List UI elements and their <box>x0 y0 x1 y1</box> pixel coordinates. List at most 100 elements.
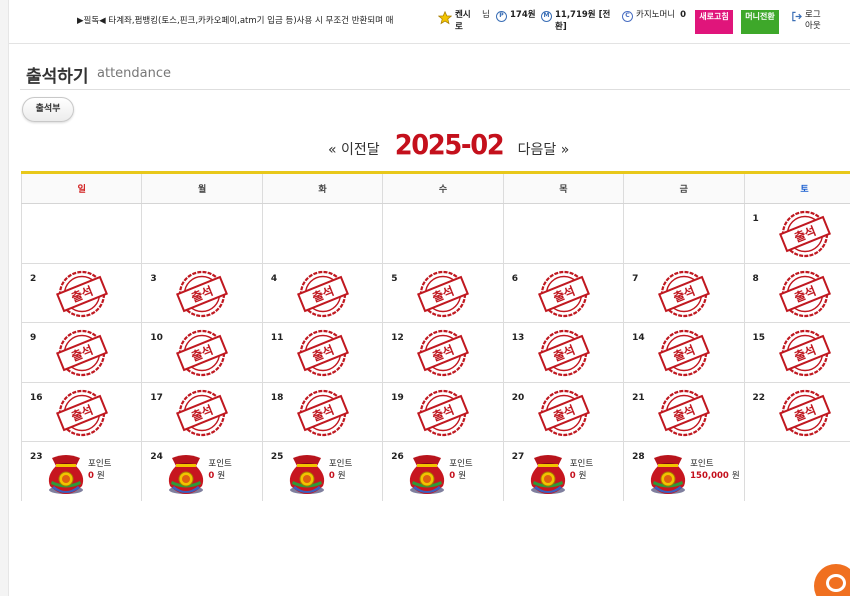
attendance-stamp-icon: 출석 <box>176 270 229 317</box>
calendar-day-cell <box>261 203 384 264</box>
calendar-day-cell: 10 출석 <box>141 322 263 383</box>
calendar-day-cell: 13 출석 <box>502 322 625 383</box>
calendar-day-cell: 16 출석 <box>21 381 143 442</box>
calendar-day-cell: 27 포인트 0 원 <box>502 441 625 501</box>
day-number: 5 <box>391 273 398 284</box>
logout-link[interactable]: 로그아웃 <box>791 10 827 32</box>
attendance-stamp-icon: 출석 <box>778 389 831 436</box>
calendar-day-cell: 4 출석 <box>261 262 384 323</box>
calendar-day-cell <box>502 203 625 264</box>
attendance-stamp-icon: 출석 <box>658 270 711 317</box>
day-number: 12 <box>391 333 404 343</box>
attendance-stamp-icon: 출석 <box>417 389 470 436</box>
calendar-day-cell: 12 출석 <box>382 322 504 383</box>
weekday-header-row: 일월화수목금토 <box>21 171 850 204</box>
day-number: 11 <box>270 333 284 343</box>
day-number: 15 <box>752 333 766 343</box>
calendar-day-cell: 22 출석 <box>743 381 850 442</box>
day-number: 25 <box>270 452 284 462</box>
casino-money-info: C 카지노머니 0 <box>622 9 686 22</box>
day-number: 1 <box>752 214 759 224</box>
calendar-day-cell: 1 출석 <box>743 203 850 264</box>
day-number: 4 <box>270 273 278 284</box>
month-navigation: « 이전달 2025-02 다음달 » <box>328 128 569 161</box>
attendance-stamp-icon: 출석 <box>56 389 108 436</box>
weekday-header: 목 <box>502 171 624 204</box>
page-subtitle: attendance <box>97 66 172 81</box>
day-points: 포인트 150,000 원 <box>690 458 740 482</box>
points-info: P 174원 <box>496 9 536 22</box>
attendance-stamp-icon: 출석 <box>176 389 229 436</box>
day-number: 6 <box>511 273 518 284</box>
points-amount: 150,000 <box>690 471 729 481</box>
day-number: 20 <box>511 392 525 403</box>
calendar-week-row: 2 출석 3 출석 4 출석 5 출석 6 출석 7 출석 8 출석 <box>21 262 850 323</box>
casino-money-value: 0 <box>680 10 687 20</box>
calendar-day-cell: 3 출석 <box>141 262 263 323</box>
logout-icon <box>792 11 802 22</box>
star-icon <box>438 11 452 25</box>
calendar-day-cell: 2 출석 <box>21 262 143 323</box>
points-amount: 0 <box>208 471 215 481</box>
prev-month-link[interactable]: « 이전달 <box>328 139 380 161</box>
lucky-pouch-icon <box>410 455 445 494</box>
day-number: 8 <box>752 273 759 284</box>
day-number: 21 <box>632 392 645 403</box>
calendar-day-cell: 19 출석 <box>382 381 504 442</box>
attendance-stamp-icon: 출석 <box>537 270 590 317</box>
day-number: 28 <box>632 452 645 462</box>
casino-coin-icon: C <box>622 11 633 22</box>
day-number: 19 <box>391 392 404 403</box>
day-points: 포인트 0 원 <box>208 458 231 482</box>
attendance-stamp-icon: 출석 <box>537 389 590 436</box>
notice-ticker[interactable]: ▶필독◀ 타계좌,펌뱅킹(토스,핀크,카카오페이,atm기 입금 등)사용 시 … <box>77 14 439 26</box>
points-unit: 원 <box>217 471 226 481</box>
money-convert-button[interactable]: 머니전환 <box>741 10 779 34</box>
calendar-day-cell: 28 포인트 150,000 원 <box>623 441 745 501</box>
lucky-pouch-icon <box>169 455 204 494</box>
calendar-week-row: 23 포인트 0 원 24 포인트 0 원 25 포인트 0 원 26 포인트 0 원 27 포인트 0 원 28 포인트… <box>21 441 850 501</box>
calendar-day-cell: 6 출석 <box>502 262 625 323</box>
attendance-stamp-icon: 출석 <box>296 329 349 377</box>
attendance-stamp-icon: 출석 <box>778 210 831 258</box>
money-info[interactable]: M 11,719원 [전환] <box>541 9 611 33</box>
attendance-stamp-icon: 출석 <box>56 270 108 317</box>
day-points: 포인트 0 원 <box>88 458 111 482</box>
attendance-stamp-icon: 출석 <box>658 329 711 377</box>
chat-button[interactable] <box>814 564 850 596</box>
calendar-day-cell: 14 출석 <box>623 322 745 383</box>
attendance-stamp-icon: 출석 <box>417 270 470 317</box>
user-name: 켄시로 <box>455 10 471 32</box>
weekday-header: 일 <box>21 171 142 204</box>
next-month-link[interactable]: 다음달 » <box>518 139 570 161</box>
lucky-pouch-icon <box>48 455 84 494</box>
calendar-day-cell <box>382 203 504 264</box>
points-unit: 원 <box>731 471 740 481</box>
money-value[interactable]: 11,719원 [전환] <box>555 9 611 33</box>
day-points: 포인트 0 원 <box>329 458 352 482</box>
points-unit: 원 <box>96 471 105 481</box>
calendar-day-cell: 8 출석 <box>743 262 850 323</box>
attendance-calendar: 일월화수목금토 1 출석 2 출석 3 출석 4 출석 5 출석 6 출석 7 출석 8 출석 9 출석 10 출석 1… <box>21 171 850 501</box>
chat-bubble-icon <box>826 574 846 592</box>
money-coin-icon: M <box>541 11 552 22</box>
calendar-day-cell <box>623 203 745 264</box>
day-number: 7 <box>632 273 639 284</box>
day-number: 27 <box>511 452 525 462</box>
attendance-stamp-icon: 출석 <box>56 329 108 377</box>
attendance-stamp-icon: 출석 <box>296 389 349 436</box>
attendance-stamp-icon: 출석 <box>417 329 470 377</box>
day-number: 3 <box>150 273 157 284</box>
calendar-day-cell: 9 출석 <box>21 322 143 383</box>
points-label: 포인트 <box>328 459 353 469</box>
points-amount: 0 <box>449 471 456 481</box>
attendance-stamp-icon: 출석 <box>778 329 831 377</box>
day-number: 2 <box>30 273 37 284</box>
calendar-week-row: 16 출석 17 출석 18 출석 19 출석 20 출석 21 출석 22 출석 <box>21 381 850 442</box>
points-amount: 0 <box>569 471 576 481</box>
day-number: 13 <box>511 333 525 343</box>
calendar-day-cell: 18 출석 <box>261 381 384 442</box>
day-number: 9 <box>30 333 37 343</box>
refresh-button[interactable]: 새로고침 <box>695 10 733 34</box>
attendance-book-button[interactable]: 출석부 <box>22 97 74 122</box>
